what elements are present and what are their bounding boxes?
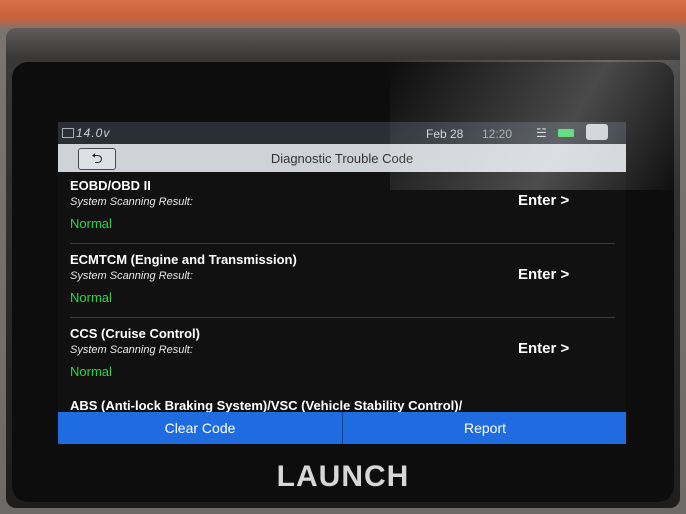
divider [70,317,615,318]
report-button[interactable]: Report [342,412,626,444]
voltage-readout: 14.0v [76,126,111,140]
camera-icon[interactable] [586,124,608,140]
enter-button[interactable]: Enter > [518,192,569,209]
scan-result-label: System Scanning Result: [70,344,193,356]
page-title: Diagnostic Trouble Code [270,151,414,166]
list-item[interactable]: EOBD/OBD II System Scanning Result: Norm… [58,172,626,242]
enter-button[interactable]: Enter > [518,340,569,357]
scan-result-status: Normal [70,364,112,379]
list-item[interactable]: CCS (Cruise Control) System Scanning Res… [58,320,626,390]
wifi-icon: ☱ [536,126,547,140]
system-name: CCS (Cruise Control) [70,326,200,341]
device-screen: 14.0v Feb 28 12:20 ☱ ⮌ Diagnostic Troubl… [58,122,626,444]
scan-result-status: Normal [70,290,112,305]
status-bar: 14.0v Feb 28 12:20 ☱ [58,122,626,144]
system-name: ECMTCM (Engine and Transmission) [70,252,297,267]
status-date: Feb 28 [426,127,464,141]
list-item[interactable]: ECMTCM (Engine and Transmission) System … [58,246,626,316]
title-bar: ⮌ Diagnostic Trouble Code [58,144,626,172]
system-list: EOBD/OBD II System Scanning Result: Norm… [58,172,626,413]
enter-button[interactable]: Enter > [518,266,569,283]
scan-result-status: Normal [70,216,112,231]
divider [70,243,615,244]
status-time: 12:20 [482,127,513,141]
battery-icon [558,129,574,137]
brand-logo: LAUNCH [276,460,410,493]
clear-code-button[interactable]: Clear Code [58,412,342,444]
scan-result-label: System Scanning Result: [70,196,193,208]
system-name: EOBD/OBD II [70,178,151,193]
partial-list-item[interactable]: ABS (Anti-lock Braking System)/VSC (Vehi… [70,398,462,413]
scan-result-label: System Scanning Result: [70,270,193,282]
car-battery-icon [62,128,74,138]
action-bar: Clear Code Report [58,412,626,444]
